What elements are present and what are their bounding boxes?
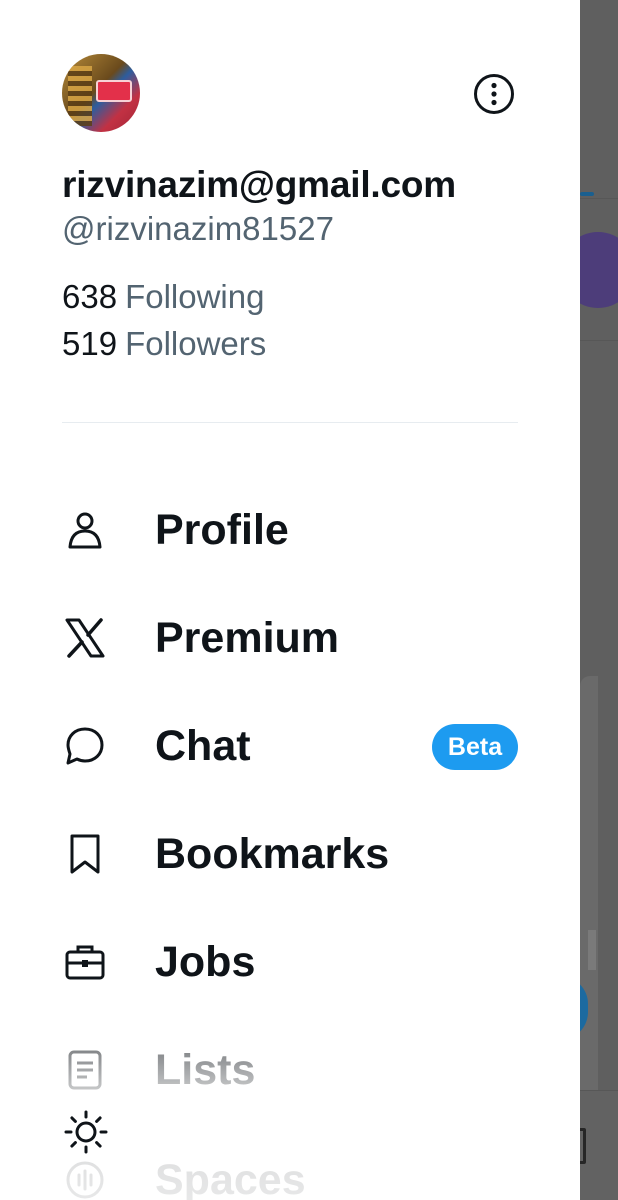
nav-item-jobs[interactable]: Jobs bbox=[62, 932, 520, 992]
display-name[interactable]: rizvinazim@gmail.com bbox=[62, 164, 456, 206]
avatar[interactable] bbox=[62, 54, 140, 132]
followers-label: Followers bbox=[125, 325, 267, 362]
nav-label-jobs: Jobs bbox=[155, 937, 256, 986]
nav-label-chat: Chat bbox=[155, 721, 251, 770]
x-logo-icon bbox=[62, 615, 108, 661]
beta-badge: Beta bbox=[432, 724, 518, 770]
background-divider bbox=[580, 198, 618, 199]
nav-label-lists: Lists bbox=[155, 1045, 256, 1094]
background-post-media bbox=[588, 930, 596, 970]
avatar-photo-detail bbox=[96, 80, 132, 102]
nav-item-profile[interactable]: Profile bbox=[62, 500, 520, 560]
background-divider bbox=[580, 340, 618, 341]
chat-bubble-icon bbox=[62, 723, 108, 769]
nav-item-premium[interactable]: Premium bbox=[62, 608, 520, 668]
more-options-button[interactable] bbox=[472, 72, 516, 116]
briefcase-icon bbox=[62, 939, 108, 985]
following-stat[interactable]: 638 Following bbox=[62, 278, 264, 316]
sun-icon bbox=[64, 1110, 108, 1154]
nav-label-spaces: Spaces bbox=[155, 1155, 306, 1200]
user-handle[interactable]: @rizvinazim81527 bbox=[62, 210, 334, 248]
spaces-icon bbox=[62, 1157, 108, 1200]
followers-stat[interactable]: 519 Followers bbox=[62, 325, 266, 363]
display-settings-button[interactable] bbox=[62, 1108, 110, 1156]
nav-item-lists[interactable]: Lists bbox=[62, 1040, 520, 1100]
nav-label-profile: Profile bbox=[155, 505, 289, 554]
background-post-card bbox=[580, 676, 598, 1096]
more-options-icon bbox=[474, 74, 514, 114]
bookmark-icon bbox=[62, 831, 108, 877]
person-icon bbox=[62, 507, 108, 553]
nav-item-spaces[interactable]: Spaces bbox=[62, 1150, 520, 1200]
following-label: Following bbox=[125, 278, 265, 315]
screen: rizvinazim@gmail.com @rizvinazim81527 63… bbox=[0, 0, 618, 1200]
nav-label-bookmarks: Bookmarks bbox=[155, 829, 390, 878]
avatar-photo-detail bbox=[68, 66, 92, 126]
nav-item-bookmarks[interactable]: Bookmarks bbox=[62, 824, 520, 884]
followers-count: 519 bbox=[62, 325, 118, 362]
side-drawer: rizvinazim@gmail.com @rizvinazim81527 63… bbox=[0, 0, 580, 1200]
background-tab-indicator bbox=[580, 192, 594, 196]
following-count: 638 bbox=[62, 278, 118, 315]
list-icon bbox=[62, 1047, 108, 1093]
divider bbox=[62, 422, 518, 423]
nav-label-premium: Premium bbox=[155, 613, 340, 662]
nav-item-chat[interactable]: Chat Beta bbox=[62, 716, 520, 776]
